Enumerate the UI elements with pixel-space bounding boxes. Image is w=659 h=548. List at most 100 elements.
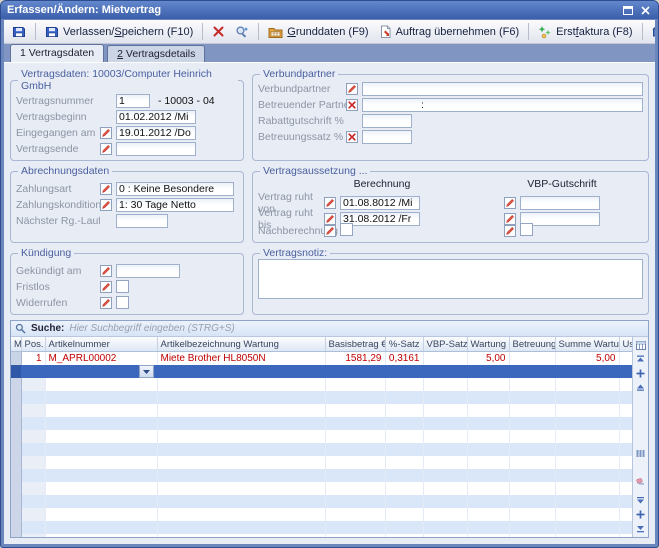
grid-empty-row[interactable] bbox=[11, 495, 632, 508]
group-vertragsdaten: Vertragsdaten: 10003/Computer Heinrich G… bbox=[10, 68, 244, 161]
clear-filter-icon[interactable] bbox=[635, 475, 647, 487]
grid-empty-row[interactable] bbox=[11, 378, 632, 391]
column-header-pos[interactable]: Pos. bbox=[21, 337, 45, 352]
edit-icon[interactable] bbox=[100, 265, 112, 277]
columns-icon[interactable] bbox=[635, 447, 647, 459]
nachberechnung-vbp-checkbox[interactable] bbox=[520, 223, 533, 236]
grid-search-bar[interactable]: Suche: Hier Suchbegriff eingeben (STRG+S… bbox=[11, 321, 648, 337]
field-zahlungskondition: Zahlungskondition bbox=[16, 197, 238, 212]
column-chooser-icon[interactable] bbox=[635, 339, 647, 351]
edit-icon[interactable] bbox=[346, 83, 358, 95]
group-abrechnungsdaten: Abrechnungsdaten Zahlungsart Zahlungskon… bbox=[10, 165, 244, 243]
grid-empty-row[interactable] bbox=[11, 456, 632, 469]
restore-icon[interactable] bbox=[621, 4, 635, 17]
lookup-icon bbox=[235, 25, 249, 39]
toolbar-button-grunddaten-f9[interactable]: Grunddaten (F9) bbox=[263, 22, 373, 42]
window-body: Verlassen/Speichern (F10) Grunddaten (F9)… bbox=[4, 20, 655, 544]
grid-empty-row[interactable] bbox=[11, 430, 632, 443]
edit-icon[interactable] bbox=[504, 225, 516, 237]
toolbar-separator bbox=[642, 23, 643, 40]
scroll-bottom-icon[interactable] bbox=[635, 522, 647, 534]
grid-empty-row[interactable] bbox=[11, 443, 632, 456]
edit-icon[interactable] bbox=[100, 199, 112, 211]
edit-icon[interactable] bbox=[504, 213, 516, 225]
toolbar-button-delete-icon[interactable] bbox=[207, 22, 230, 41]
edit-icon[interactable] bbox=[100, 281, 112, 293]
search-hint[interactable]: Hier Suchbegriff eingeben (STRG+S) bbox=[69, 323, 234, 334]
fristlos-checkbox[interactable] bbox=[116, 280, 129, 293]
grid-empty-row[interactable] bbox=[11, 521, 632, 534]
zahlungskondition-input[interactable] bbox=[116, 198, 234, 212]
column-header-wartung[interactable]: Wartung € bbox=[467, 337, 509, 352]
zahlungsart-input[interactable] bbox=[116, 182, 234, 196]
grid-empty-row[interactable] bbox=[11, 469, 632, 482]
ruht-von-vbp-input[interactable] bbox=[520, 196, 600, 210]
widerrufen-checkbox[interactable] bbox=[116, 296, 129, 309]
add-row-bottom-icon[interactable] bbox=[635, 508, 647, 520]
grid-data-row[interactable]: 1M_APRL00002Miete Brother HL8050N1581,29… bbox=[11, 352, 632, 366]
add-row-icon[interactable] bbox=[635, 367, 647, 379]
close-icon[interactable] bbox=[638, 4, 652, 17]
column-header-user[interactable]: User bbox=[619, 337, 632, 352]
column-header-bezeichnung[interactable]: Artikelbezeichnung Wartung bbox=[157, 337, 325, 352]
ruht-von-berechnung-input[interactable] bbox=[340, 196, 420, 210]
clear-icon[interactable] bbox=[346, 131, 358, 143]
nachberechnung-berechnung-checkbox[interactable] bbox=[340, 223, 353, 236]
vertragsende-input[interactable] bbox=[116, 142, 196, 156]
vertragsnotiz-textarea[interactable] bbox=[258, 259, 643, 299]
column-header-basisbetrag[interactable]: Basisbetrag € bbox=[325, 337, 385, 352]
scroll-down-icon[interactable] bbox=[635, 494, 647, 506]
grid-empty-row[interactable] bbox=[11, 417, 632, 430]
grid-empty-row[interactable] bbox=[11, 391, 632, 404]
group-verbundpartner: Verbundpartner Verbundpartner Betreuende… bbox=[252, 68, 649, 161]
group-vertragsnotiz: Vertragsnotiz: bbox=[252, 247, 649, 315]
edit-icon[interactable] bbox=[504, 197, 516, 209]
tab-vertragsdaten[interactable]: 1 Vertragsdaten bbox=[10, 44, 104, 62]
artikelnummer-combo-button[interactable] bbox=[139, 365, 154, 378]
eingegangen-am-input[interactable] bbox=[116, 126, 196, 140]
vertragsnummer-input[interactable] bbox=[116, 94, 150, 108]
scroll-top-icon[interactable] bbox=[635, 353, 647, 365]
toolbar-button-extras[interactable]: Extras bbox=[647, 22, 655, 42]
naechster-rg-lauf-input[interactable] bbox=[116, 214, 168, 228]
edit-icon[interactable] bbox=[324, 213, 336, 225]
edit-icon[interactable] bbox=[324, 225, 336, 237]
column-header-summe_wartung[interactable]: Summe Wartung € bbox=[555, 337, 619, 352]
tab-vertragsdetails[interactable]: 2 Vertragsdetails bbox=[107, 45, 205, 62]
field-betreuender-partner: Betreuender Partner bbox=[258, 97, 643, 112]
column-header-prozent_satz[interactable]: %-Satz bbox=[385, 337, 423, 352]
titlebar[interactable]: Erfassen/Ändern: Mietvertrag bbox=[1, 1, 658, 19]
grid-empty-row[interactable] bbox=[11, 534, 632, 537]
scroll-up-icon[interactable] bbox=[635, 381, 647, 393]
app-window: Erfassen/Ändern: Mietvertrag Verlassen/S… bbox=[0, 0, 659, 548]
group-abrechnungsdaten-legend: Abrechnungsdaten bbox=[18, 165, 112, 177]
form-area: Vertragsdaten: 10003/Computer Heinrich G… bbox=[10, 68, 649, 315]
column-header-vbp_satz[interactable]: VBP-Satz bbox=[423, 337, 467, 352]
edit-icon[interactable] bbox=[100, 183, 112, 195]
toolbar-button-verlassen-speichern-f10[interactable]: Verlassen/Speichern (F10) bbox=[40, 22, 198, 42]
toolbar-button-save-icon[interactable] bbox=[7, 22, 31, 42]
grid-empty-row[interactable] bbox=[11, 508, 632, 521]
toolbar-button-erstfaktura-f8[interactable]: Erstfaktura (F8) bbox=[533, 22, 637, 42]
betreuungssatz-input[interactable] bbox=[362, 130, 412, 144]
column-header-betreuung[interactable]: Betreuung € bbox=[509, 337, 555, 352]
grid-empty-row[interactable] bbox=[11, 482, 632, 495]
edit-icon[interactable] bbox=[100, 143, 112, 155]
column-header-artikelnummer[interactable]: Artikelnummer bbox=[45, 337, 157, 352]
grid-empty-row[interactable] bbox=[11, 404, 632, 417]
edit-icon[interactable] bbox=[100, 297, 112, 309]
window-title: Erfassen/Ändern: Mietvertrag bbox=[7, 4, 618, 16]
edit-icon[interactable] bbox=[324, 197, 336, 209]
edit-icon[interactable] bbox=[100, 127, 112, 139]
search-icon[interactable] bbox=[635, 461, 647, 473]
toolbar-button-lookup-icon[interactable] bbox=[230, 22, 254, 42]
column-header-m[interactable]: M bbox=[11, 337, 21, 352]
gekuendigt-am-input[interactable] bbox=[116, 264, 180, 278]
toolbar-button-auftrag-übernehmen-f6[interactable]: Auftrag übernehmen (F6) bbox=[374, 22, 525, 42]
clear-icon[interactable] bbox=[346, 99, 358, 111]
rabattgutschrift-input[interactable] bbox=[362, 114, 412, 128]
vertragsbeginn-input[interactable] bbox=[116, 110, 196, 124]
betreuender-partner-input[interactable] bbox=[362, 98, 643, 112]
grid-selected-row[interactable] bbox=[11, 365, 632, 378]
verbundpartner-input[interactable] bbox=[362, 82, 643, 96]
